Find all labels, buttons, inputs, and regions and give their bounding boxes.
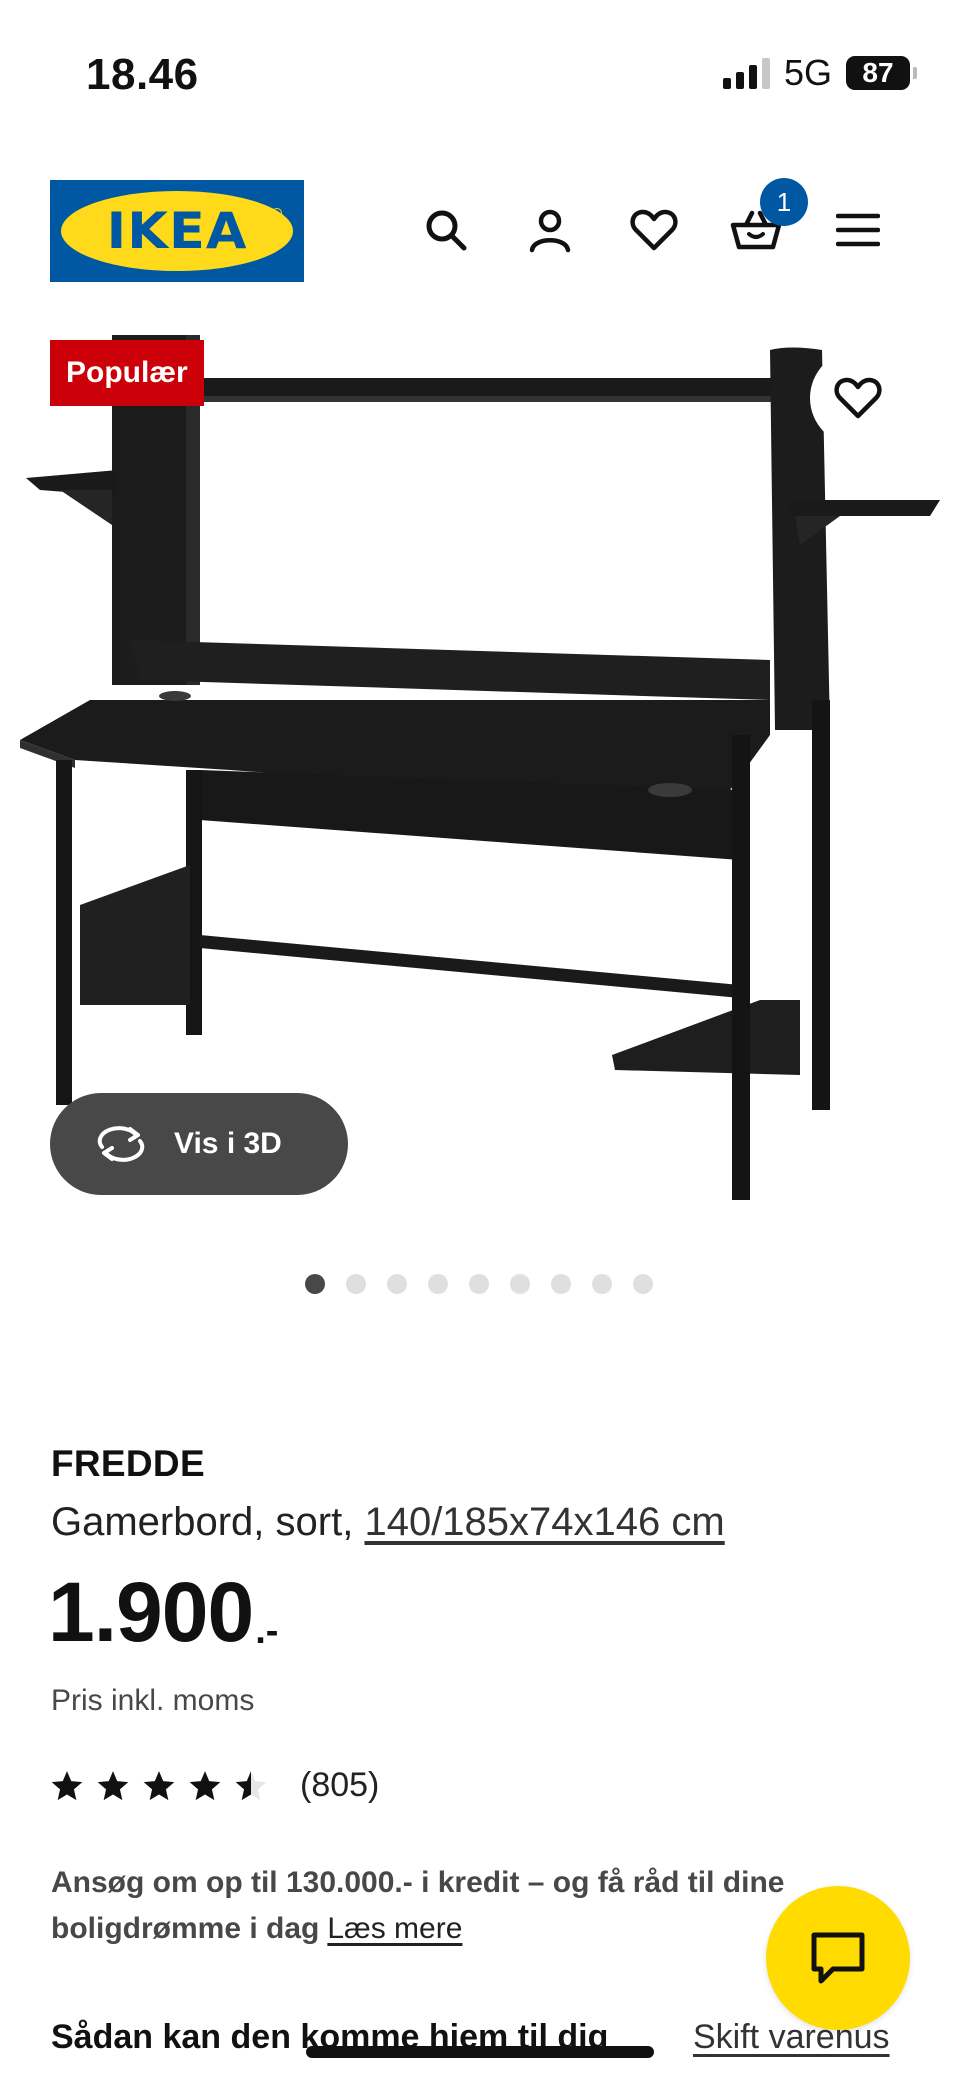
review-count: (805): [300, 1766, 380, 1804]
credit-offer: Ansøg om op til 130.000.- i kredit – og …: [51, 1860, 851, 1952]
product-name: FREDDE: [51, 1443, 205, 1484]
gallery-dot[interactable]: [305, 1274, 325, 1294]
gallery-dot[interactable]: [551, 1274, 571, 1294]
ikea-logo[interactable]: IKEA: [50, 180, 304, 282]
product-type: Gamerbord, sort,: [51, 1500, 354, 1544]
star-icon: [143, 1770, 175, 1800]
product-description: Gamerbord, sort, 140/185x74x146 cm: [51, 1500, 725, 1545]
rotate-3d-icon: [97, 1126, 145, 1162]
site-header: IKEA 1: [0, 170, 960, 290]
cart-count-badge: 1: [760, 178, 808, 226]
favourite-button[interactable]: [810, 350, 906, 446]
read-more-link[interactable]: Læs mere: [327, 1912, 462, 1945]
view-3d-label: Vis i 3D: [174, 1127, 282, 1160]
half-star-icon: [235, 1770, 267, 1800]
network-label: 5G: [783, 52, 832, 93]
chat-button[interactable]: [766, 1886, 910, 2030]
gallery-dot[interactable]: [346, 1274, 366, 1294]
gallery-dot[interactable]: [510, 1274, 530, 1294]
product-rating[interactable]: (805): [50, 1766, 379, 1805]
desk-illustration: [20, 335, 940, 1200]
product-image[interactable]: [0, 320, 960, 1220]
search-icon[interactable]: [418, 202, 474, 258]
gallery-dot[interactable]: [469, 1274, 489, 1294]
star-icon: [189, 1770, 221, 1800]
status-time: 18.46: [86, 50, 199, 99]
gallery-dot[interactable]: [428, 1274, 448, 1294]
gallery-dot[interactable]: [592, 1274, 612, 1294]
account-icon[interactable]: [522, 202, 578, 258]
chat-icon: [811, 1932, 865, 1984]
battery-icon: 87: [846, 56, 917, 90]
logo-ellipse: IKEA: [61, 191, 293, 271]
battery-level: 87: [862, 57, 894, 88]
signal-icon: [722, 57, 770, 89]
gallery-dot[interactable]: [633, 1274, 653, 1294]
registered-mark: [272, 208, 282, 218]
popular-badge: Populær: [50, 340, 204, 406]
heart-icon[interactable]: [626, 202, 682, 258]
rating-stars: [50, 1769, 268, 1803]
star-icon: [51, 1770, 83, 1800]
heart-icon: [834, 377, 882, 419]
product-price: 1.900 .-: [48, 1570, 278, 1654]
status-bar: 18.46 5G 87: [0, 0, 960, 150]
product-dimensions-link[interactable]: 140/185x74x146 cm: [364, 1500, 724, 1544]
logo-text: IKEA: [106, 202, 248, 260]
view-3d-button[interactable]: Vis i 3D: [50, 1093, 348, 1195]
gallery-dot[interactable]: [387, 1274, 407, 1294]
star-icon: [97, 1770, 129, 1800]
price-note: Pris inkl. moms: [51, 1684, 255, 1717]
home-indicator: [306, 2046, 654, 2058]
status-indicators: 5G 87: [722, 52, 917, 94]
menu-icon[interactable]: [830, 202, 886, 258]
price-suffix: .-: [255, 1610, 279, 1652]
price-value: 1.900: [48, 1565, 254, 1659]
